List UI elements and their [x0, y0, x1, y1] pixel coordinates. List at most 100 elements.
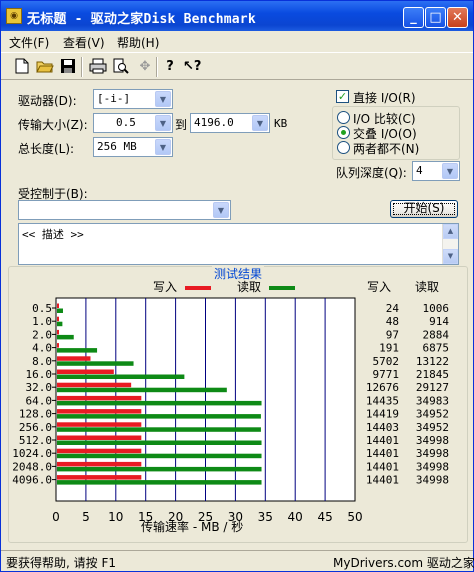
context-help-icon[interactable]: ↖?: [183, 58, 201, 76]
help-icon[interactable]: ?: [161, 58, 179, 76]
close-button[interactable]: ✕: [447, 7, 468, 28]
start-button[interactable]: 开始(S): [390, 200, 458, 218]
menu-bar: 文件(F) 查看(V) 帮助(H): [1, 31, 473, 51]
drive-label: 驱动器(D):: [18, 94, 77, 108]
chevron-down-icon[interactable]: ▼: [155, 139, 171, 155]
print-icon[interactable]: [89, 58, 107, 76]
open-folder-icon[interactable]: [36, 58, 54, 76]
y-tick-label: 32.0: [26, 381, 53, 394]
table-read-value: 13122: [416, 355, 449, 368]
x-tick-label: 40: [288, 510, 303, 524]
table-read-value: 6875: [423, 342, 450, 355]
total-length-select[interactable]: 256 MB ▼: [93, 137, 173, 157]
table-read-value: 34952: [416, 421, 449, 434]
read-bar: [57, 308, 63, 313]
move-icon[interactable]: ✥: [136, 58, 154, 76]
save-icon[interactable]: [59, 58, 77, 76]
queue-depth-select[interactable]: 4 ▼: [412, 161, 460, 181]
read-bar: [57, 321, 63, 327]
y-tick-label: 512.0: [19, 434, 52, 447]
legend-read-label: 读取: [237, 280, 261, 294]
transfer-from-select[interactable]: 0.5 ▼: [93, 113, 173, 133]
status-site-text: MyDrivers.com 驱动之家: [333, 556, 474, 570]
scroll-up-icon[interactable]: ▲: [443, 224, 458, 239]
write-bar: [57, 329, 59, 335]
table-write-value: 12676: [366, 381, 399, 394]
table-write-value: 14403: [366, 421, 399, 434]
chevron-down-icon[interactable]: ▼: [252, 115, 268, 131]
x-tick-label: 10: [108, 510, 123, 524]
table-read-value: 34998: [416, 460, 449, 473]
write-bar: [57, 435, 142, 440]
radio-overlap-io[interactable]: [337, 126, 350, 139]
status-help-text: 要获得帮助, 请按 F1: [6, 556, 116, 570]
table-write-value: 191: [379, 342, 399, 355]
read-bar: [57, 348, 98, 353]
write-bar: [57, 382, 132, 388]
scroll-down-icon[interactable]: ▼: [443, 249, 458, 264]
legend-read-swatch: [269, 286, 295, 290]
chevron-down-icon[interactable]: ▼: [213, 202, 229, 218]
read-bar: [57, 334, 74, 340]
table-read-value: 34998: [416, 447, 449, 460]
table-write-value: 24: [386, 302, 400, 315]
write-bar: [57, 369, 114, 374]
toolbar-separator: [156, 57, 158, 77]
read-bar: [57, 400, 262, 406]
chevron-down-icon[interactable]: ▼: [442, 163, 458, 179]
write-bar: [57, 356, 91, 361]
table-write-value: 48: [386, 315, 399, 328]
x-tick-label: 50: [347, 510, 362, 524]
y-tick-label: 16.0: [26, 368, 53, 381]
transfer-unit: KB: [274, 117, 288, 130]
toolbar-separator: [81, 57, 83, 77]
queue-depth-label: 队列深度(Q):: [336, 166, 407, 180]
radio-io-compare[interactable]: [337, 111, 350, 124]
menu-help[interactable]: 帮助(H): [117, 34, 159, 51]
y-tick-label: 128.0: [19, 408, 52, 421]
table-write-value: 14435: [366, 394, 399, 407]
read-bar: [57, 361, 134, 366]
description-textarea[interactable]: << 描述 >> ▲ ▼: [18, 223, 459, 265]
app-window: ◉ 无标题 - 驱动之家Disk Benchmark _ □ ✕ 文件(F) 查…: [0, 0, 474, 572]
print-preview-icon[interactable]: [112, 58, 130, 76]
table-write-value: 14401: [366, 460, 399, 473]
read-bar: [57, 427, 261, 432]
direct-io-label: 直接 I/O(R): [353, 91, 416, 105]
title-bar[interactable]: ◉ 无标题 - 驱动之家Disk Benchmark _ □ ✕: [1, 1, 473, 31]
description-scrollbar[interactable]: ▲ ▼: [442, 224, 458, 264]
table-read-value: 34983: [416, 394, 449, 407]
table-read-value: 34998: [416, 474, 449, 487]
transfer-to-select[interactable]: 4196.0 ▼: [190, 113, 270, 133]
table-write-value: 97: [386, 328, 399, 341]
new-file-icon[interactable]: [13, 58, 31, 76]
table-read-value: 21845: [416, 368, 449, 381]
write-bar: [57, 409, 142, 414]
x-tick-label: 45: [317, 510, 332, 524]
maximize-button[interactable]: □: [425, 7, 446, 28]
write-bar: [57, 395, 142, 401]
write-bar: [57, 303, 59, 308]
table-header-write: 写入: [367, 280, 391, 294]
y-tick-label: 0.5: [32, 302, 52, 315]
menu-view[interactable]: 查看(V): [63, 34, 105, 51]
window-title: 无标题 - 驱动之家Disk Benchmark: [27, 12, 256, 27]
x-axis-label: 传输速率 - MB / 秒: [141, 519, 243, 534]
direct-io-checkbox[interactable]: ✓: [336, 90, 349, 103]
controlled-by-select[interactable]: ▼: [18, 200, 231, 220]
drive-select[interactable]: [-i-] ▼: [93, 89, 173, 109]
minimize-button[interactable]: _: [403, 7, 424, 28]
x-tick-label: 35: [258, 510, 273, 524]
read-bar: [57, 440, 262, 445]
menu-file[interactable]: 文件(F): [9, 34, 49, 51]
y-tick-label: 4.0: [32, 342, 52, 355]
y-tick-label: 4096.0: [12, 474, 52, 487]
radio-neither[interactable]: [337, 141, 350, 154]
chevron-down-icon[interactable]: ▼: [155, 115, 171, 131]
write-bar: [57, 422, 142, 427]
write-bar: [57, 343, 59, 348]
y-tick-label: 8.0: [32, 355, 52, 368]
table-write-value: 5702: [373, 355, 400, 368]
chevron-down-icon[interactable]: ▼: [155, 91, 171, 107]
table-write-value: 14419: [366, 408, 399, 421]
